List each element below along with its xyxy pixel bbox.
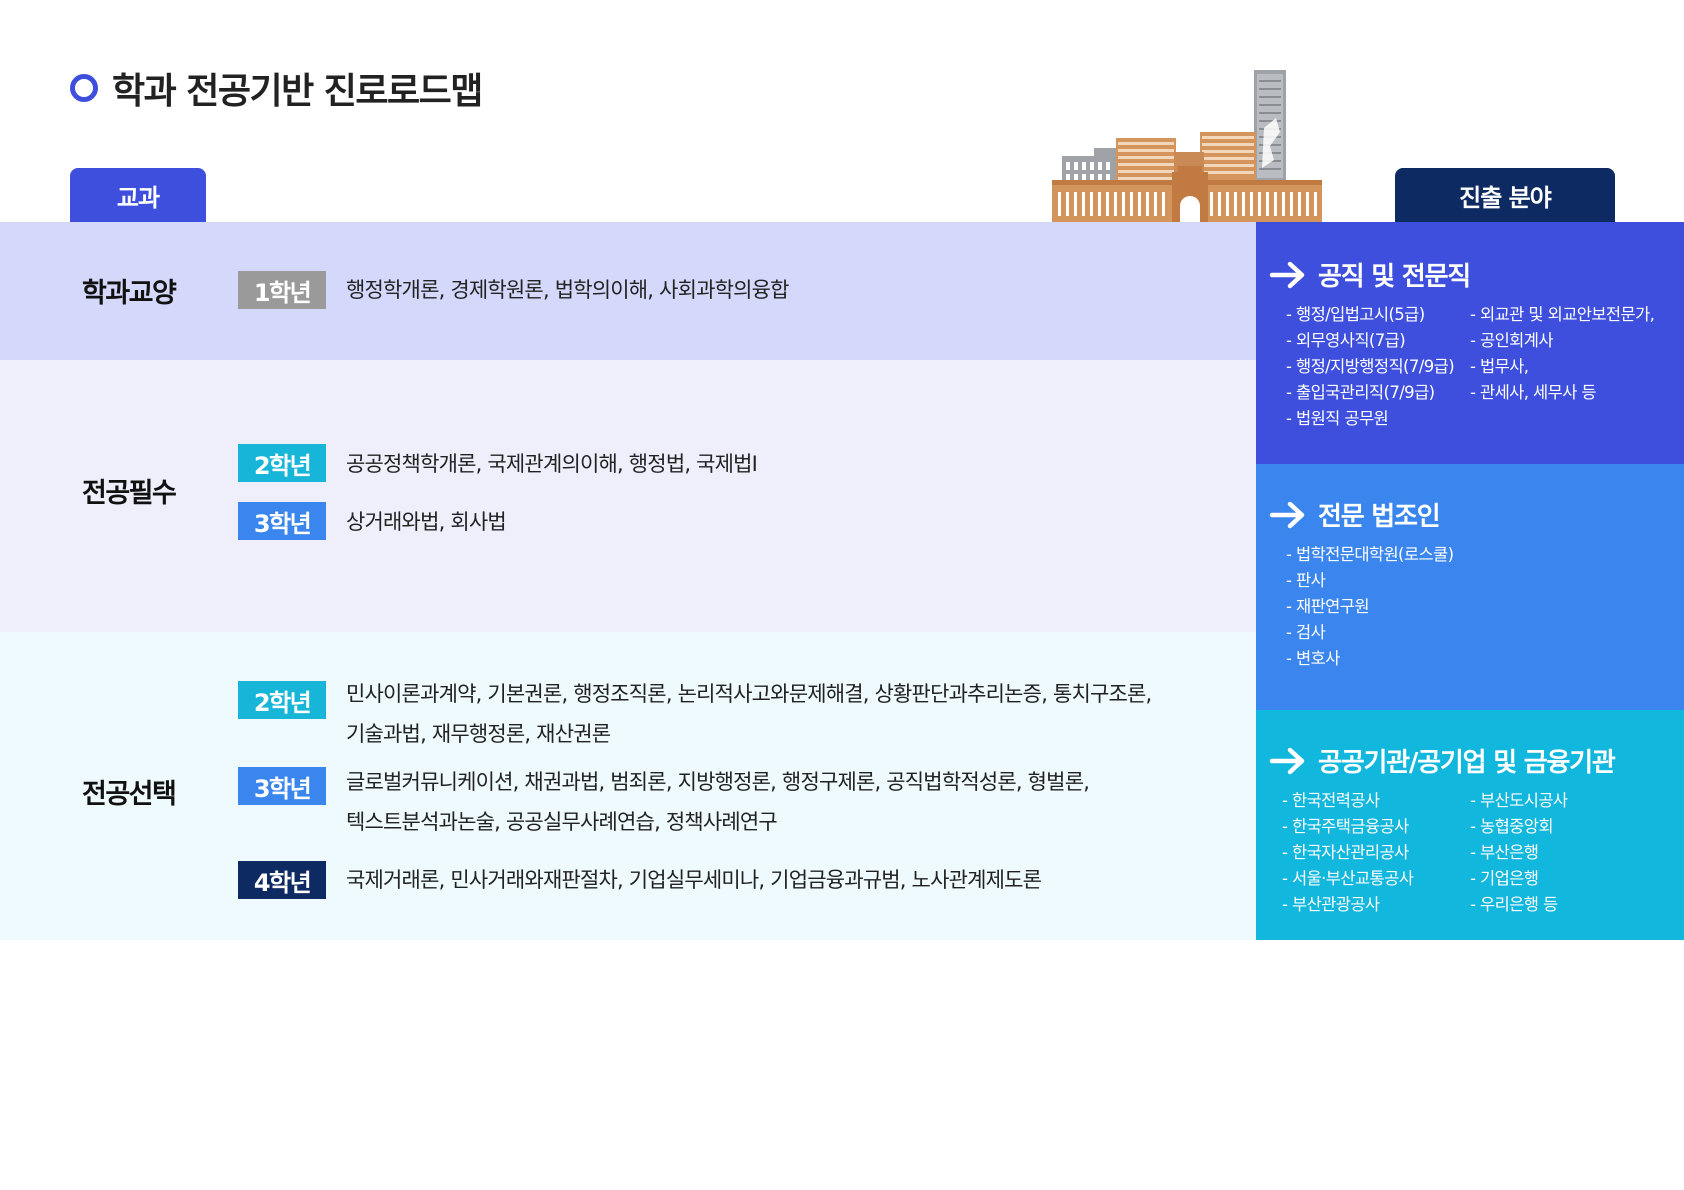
career-panel-public-enterprise: 공공기관/공기업 및 금융기관 - 한국전력공사 - 한국주택금융공사 - 한국… [1256, 710, 1684, 940]
course-list: 국제거래론, 민사거래와재판절차, 기업실무세미나, 기업금융과규범, 노사관계… [346, 860, 1236, 900]
career-title: 전문 법조인 [1318, 502, 1441, 532]
grade-badge: 3학년 [238, 767, 326, 805]
category-label: 전공필수 [82, 478, 177, 509]
career-item: - 부산도시공사 [1470, 791, 1568, 810]
career-item: - 부산은행 [1470, 843, 1539, 862]
career-item: - 법학전문대학원(로스쿨) [1286, 545, 1454, 564]
grade-badge: 1학년 [238, 271, 326, 309]
course-line: 공공정책학개론, 국제관계의이해, 행정법, 국제법I [346, 452, 758, 476]
course-line: 텍스트분석과논술, 공공실무사례연습, 정책사례연구 [346, 810, 778, 834]
career-panel-public-service: 공직 및 전문직 - 행정/입법고시(5급) - 외무영사직(7급) - 행정/… [1256, 222, 1684, 464]
career-item: - 변호사 [1286, 649, 1340, 668]
career-item: - 출입국관리직(7/9급) [1286, 383, 1435, 402]
career-title: 공직 및 전문직 [1318, 262, 1471, 292]
arrow-right-icon [1269, 261, 1305, 288]
career-item: - 외무영사직(7급) [1286, 331, 1406, 350]
category-label: 전공선택 [82, 779, 177, 810]
career-item: - 한국전력공사 [1282, 791, 1380, 810]
category-label: 학과교양 [82, 278, 177, 309]
career-heading: 공공기관/공기업 및 금융기관 [1268, 742, 1616, 779]
career-list: - 한국전력공사 - 한국주택금융공사 - 한국자산관리공사 - 서울·부산교통… [1282, 788, 1414, 918]
grade-badge: 2학년 [238, 444, 326, 482]
career-heading: 공직 및 전문직 [1268, 256, 1471, 293]
career-item: - 한국주택금융공사 [1282, 817, 1409, 836]
arrow-right-icon [1269, 747, 1305, 774]
career-item: - 공인회계사 [1470, 331, 1554, 350]
course-line: 국제거래론, 민사거래와재판절차, 기업실무세미나, 기업금융과규범, 노사관계… [346, 868, 1042, 892]
course-line: 행정학개론, 경제학원론, 법학의이해, 사회과학의융합 [346, 278, 790, 302]
career-item: - 부산관광공사 [1282, 895, 1380, 914]
career-item: - 외교관 및 외교안보전문가, [1470, 305, 1655, 324]
course-list: 행정학개론, 경제학원론, 법학의이해, 사회과학의융합 [346, 270, 1236, 310]
career-item: - 행정/입법고시(5급) [1286, 305, 1425, 324]
career-list: - 외교관 및 외교안보전문가, - 공인회계사 - 법무사, - 관세사, 세… [1470, 302, 1655, 406]
career-title: 공공기관/공기업 및 금융기관 [1318, 748, 1616, 778]
career-item: - 한국자산관리공사 [1282, 843, 1409, 862]
career-item: - 행정/지방행정직(7/9급) [1286, 357, 1455, 376]
career-heading: 전문 법조인 [1268, 496, 1441, 533]
career-item: - 우리은행 등 [1470, 895, 1558, 914]
tab-curriculum: 교과 [70, 168, 206, 223]
course-line: 민사이론과계약, 기본권론, 행정조직론, 논리적사고와문제해결, 상황판단과추… [346, 682, 1152, 706]
grade-badge: 3학년 [238, 502, 326, 540]
course-list: 공공정책학개론, 국제관계의이해, 행정법, 국제법I [346, 444, 1236, 484]
career-list: - 법학전문대학원(로스쿨) - 판사 - 재판연구원 - 검사 - 변호사 [1286, 542, 1454, 672]
career-item: - 판사 [1286, 571, 1326, 590]
career-item: - 법무사, [1470, 357, 1529, 376]
page-title-wrap: 학과 전공기반 진로로드맵 [70, 62, 483, 114]
career-item: - 검사 [1286, 623, 1326, 642]
grade-badge: 2학년 [238, 681, 326, 719]
career-item: - 서울·부산교통공사 [1282, 869, 1414, 888]
campus-buildings-illustration [1052, 70, 1322, 222]
grade-badge: 4학년 [238, 861, 326, 899]
course-list: 민사이론과계약, 기본권론, 행정조직론, 논리적사고와문제해결, 상황판단과추… [346, 674, 1236, 754]
tab-career-fields: 진출 분야 [1395, 168, 1615, 223]
arrow-right-icon [1269, 501, 1305, 528]
course-line: 기술과법, 재무행정론, 재산권론 [346, 722, 611, 746]
career-item: - 관세사, 세무사 등 [1470, 383, 1597, 402]
career-panel-legal: 전문 법조인 - 법학전문대학원(로스쿨) - 판사 - 재판연구원 - 검사 … [1256, 464, 1684, 710]
page-title: 학과 전공기반 진로로드맵 [112, 71, 483, 112]
career-list: - 부산도시공사 - 농협중앙회 - 부산은행 - 기업은행 - 우리은행 등 [1470, 788, 1568, 918]
career-item: - 농협중앙회 [1470, 817, 1554, 836]
circle-bullet-icon [70, 74, 98, 102]
career-item: - 재판연구원 [1286, 597, 1370, 616]
course-line: 상거래와법, 회사법 [346, 510, 507, 534]
career-list: - 행정/입법고시(5급) - 외무영사직(7급) - 행정/지방행정직(7/9… [1286, 302, 1455, 432]
course-list: 글로벌커뮤니케이션, 채권과법, 범죄론, 지방행정론, 행정구제론, 공직법학… [346, 762, 1236, 842]
career-item: - 기업은행 [1470, 869, 1539, 888]
course-line: 글로벌커뮤니케이션, 채권과법, 범죄론, 지방행정론, 행정구제론, 공직법학… [346, 770, 1090, 794]
career-item: - 법원직 공무원 [1286, 409, 1389, 428]
course-list: 상거래와법, 회사법 [346, 502, 1236, 542]
